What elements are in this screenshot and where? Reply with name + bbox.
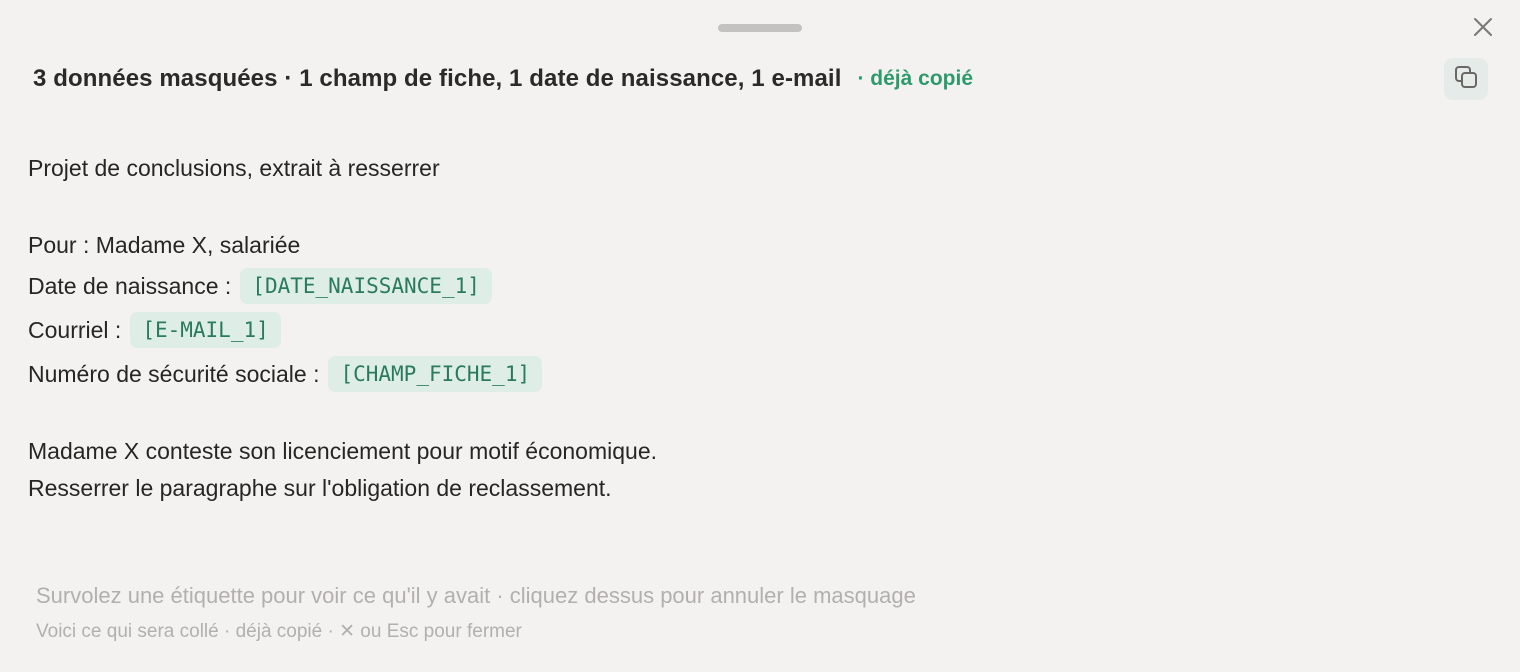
masked-text-preview: Projet de conclusions, extrait à resserr… xyxy=(28,146,1228,507)
copy-icon xyxy=(1453,64,1479,95)
document-title: Projet de conclusions, extrait à resserr… xyxy=(28,155,440,181)
field-row-courriel: Courriel : [E-MAIL_1] xyxy=(28,308,1228,352)
field-label: Numéro de sécurité sociale : xyxy=(28,361,320,387)
field-label: Courriel : xyxy=(28,317,122,343)
field-label: Date de naissance : xyxy=(28,273,232,299)
footer-hint: Voici ce qui sera collé · déjà copié · ✕… xyxy=(36,621,522,642)
masked-tag-email[interactable]: [E-MAIL_1] xyxy=(130,312,281,348)
hints: Survolez une étiquette pour voir ce qu'i… xyxy=(36,580,916,646)
copy-button[interactable] xyxy=(1444,58,1488,100)
masked-data-preview-panel: 3 données masquées · 1 champ de fiche, 1… xyxy=(0,0,1520,672)
copied-status: · déjà copié xyxy=(857,67,973,90)
drag-handle[interactable] xyxy=(718,24,802,32)
field-row-securite-sociale: Numéro de sécurité sociale : [CHAMP_FICH… xyxy=(28,352,1228,396)
body-line: Madame X conteste son licenciement pour … xyxy=(28,438,657,464)
masked-tag-champ-fiche[interactable]: [CHAMP_FICHE_1] xyxy=(328,356,543,392)
masking-summary-header: 3 données masquées · 1 champ de fiche, 1… xyxy=(33,62,973,96)
close-button[interactable] xyxy=(1468,14,1498,44)
masked-tag-date-naissance[interactable]: [DATE_NAISSANCE_1] xyxy=(240,268,492,304)
masking-summary: 3 données masquées · 1 champ de fiche, 1… xyxy=(33,65,842,92)
close-icon xyxy=(1473,17,1493,42)
field-row-date-naissance: Date de naissance : [DATE_NAISSANCE_1] xyxy=(28,264,1228,308)
pour-line: Pour : Madame X, salariée xyxy=(28,232,301,258)
body-line: Resserrer le paragraphe sur l'obligation… xyxy=(28,475,612,501)
hover-hint: Survolez une étiquette pour voir ce qu'i… xyxy=(36,583,916,608)
